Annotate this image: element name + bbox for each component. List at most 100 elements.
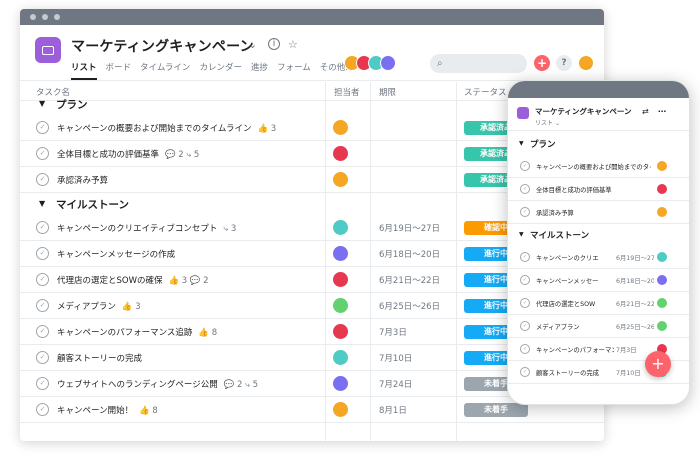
due-date[interactable]: 6月21日〜22日 <box>379 274 440 286</box>
mobile-view-selector[interactable]: リスト ⌄ <box>535 118 560 127</box>
list-item[interactable]: ✓ キャンペーンの概要および開始までのタイ <box>508 155 689 178</box>
avatar[interactable] <box>333 350 348 365</box>
tab-forms[interactable]: フォーム <box>277 61 311 73</box>
info-icon[interactable]: i <box>268 38 280 50</box>
list-item[interactable]: ✓ 代理店の選定とSOW6月21日〜22日 <box>508 292 689 315</box>
help-button[interactable]: ? <box>556 55 572 71</box>
complete-checkbox[interactable]: ✓ <box>36 121 49 134</box>
list-item[interactable]: ✓ キャンペーンメッセー6月18日〜20日 <box>508 269 689 292</box>
task-name[interactable]: キャンペーンメッセージの作成 <box>57 248 181 260</box>
tab-calendar[interactable]: カレンダー <box>199 61 242 73</box>
task-name[interactable]: キャンペーンメッセー <box>536 276 614 285</box>
avatar <box>657 275 667 285</box>
tab-progress[interactable]: 進捗 <box>251 61 268 73</box>
complete-checkbox[interactable]: ✓ <box>36 377 49 390</box>
complete-checkbox[interactable]: ✓ <box>36 221 49 234</box>
task-name[interactable]: キャンペーンの概要および開始までのタイ <box>536 162 651 171</box>
due-date[interactable]: 7月10日 <box>379 352 412 364</box>
triangle-down-icon[interactable]: ▼ <box>519 140 524 147</box>
due-date[interactable]: 8月1日 <box>379 404 407 416</box>
mobile-section-header[interactable]: ▼ プラン <box>508 137 689 153</box>
section-name: マイルストーン <box>530 231 590 241</box>
avatar[interactable] <box>333 246 348 261</box>
task-name[interactable]: ウェブサイトへのランディングページ公開 💬 2 ⤷ 5 <box>57 378 258 390</box>
filter-icon[interactable]: ⇄ <box>642 107 649 116</box>
tab-list[interactable]: リスト <box>71 61 97 80</box>
avatar[interactable] <box>333 298 348 313</box>
due-date[interactable]: 7月24日 <box>379 378 412 390</box>
complete-checkbox[interactable]: ✓ <box>520 252 530 262</box>
complete-checkbox[interactable]: ✓ <box>520 207 530 217</box>
task-name[interactable]: 全体目標と成功の評価基準 💬 2 ⤷ 5 <box>57 148 199 160</box>
window-titlebar <box>20 9 604 25</box>
task-name[interactable]: 代理店の選定とSOWの確保 👍 3 💬 2 <box>57 274 209 286</box>
window-dot[interactable] <box>42 14 48 20</box>
avatar[interactable] <box>333 172 348 187</box>
task-name[interactable]: キャンペーンのパフォーマンス追跡 👍 8 <box>57 326 217 338</box>
complete-checkbox[interactable]: ✓ <box>520 161 530 171</box>
complete-checkbox[interactable]: ✓ <box>520 275 530 285</box>
chevron-down-icon[interactable]: ⌄ <box>248 38 257 51</box>
complete-checkbox[interactable]: ✓ <box>36 299 49 312</box>
mobile-section-header[interactable]: ▼ マイルストーン <box>508 228 689 244</box>
complete-checkbox[interactable]: ✓ <box>36 147 49 160</box>
status-badge[interactable]: 未着手 <box>464 403 528 417</box>
due-date[interactable]: 6月25日〜26日 <box>379 300 440 312</box>
section-name: プラン <box>56 99 88 111</box>
tab-board[interactable]: ボード <box>106 61 132 73</box>
complete-checkbox[interactable]: ✓ <box>520 298 530 308</box>
list-item[interactable]: ✓ 承認済み予算 <box>508 201 689 224</box>
avatar <box>657 184 667 194</box>
triangle-down-icon[interactable]: ▼ <box>39 99 45 108</box>
due-date[interactable]: 7月3日 <box>379 326 407 338</box>
complete-checkbox[interactable]: ✓ <box>520 184 530 194</box>
triangle-down-icon[interactable]: ▼ <box>519 231 524 238</box>
avatar[interactable] <box>333 272 348 287</box>
task-name[interactable]: 顧客ストーリーの完成 <box>536 368 614 377</box>
avatar[interactable] <box>333 220 348 235</box>
task-name[interactable]: 顧客ストーリーの完成 <box>57 352 148 364</box>
task-name[interactable]: キャンペーン開始！ 👍 8 <box>57 404 158 416</box>
task-name[interactable]: キャンペーンのパフォーマンス <box>536 345 614 354</box>
complete-checkbox[interactable]: ✓ <box>520 321 530 331</box>
avatar[interactable] <box>333 402 348 417</box>
complete-checkbox[interactable]: ✓ <box>520 344 530 354</box>
add-task-fab[interactable]: + <box>645 351 671 377</box>
avatar[interactable] <box>333 120 348 135</box>
more-icon[interactable]: ⋯ <box>658 107 666 116</box>
complete-checkbox[interactable]: ✓ <box>520 367 530 377</box>
complete-checkbox[interactable]: ✓ <box>36 273 49 286</box>
complete-checkbox[interactable]: ✓ <box>36 403 49 416</box>
task-name[interactable]: 全体目標と成功の評価基準 <box>536 185 651 194</box>
add-button[interactable]: + <box>534 55 550 71</box>
list-item[interactable]: ✓ 全体目標と成功の評価基準 <box>508 178 689 201</box>
task-name[interactable]: キャンペーンの概要および開始までのタイムライン 👍 3 <box>57 122 276 134</box>
due-date[interactable]: 6月19日〜27日 <box>379 222 440 234</box>
task-name[interactable]: メディアプラン <box>536 322 614 331</box>
task-name[interactable]: 承認済み予算 <box>536 208 651 217</box>
member-avatars[interactable] <box>344 55 396 71</box>
task-name[interactable]: 承認済み予算 <box>57 174 114 186</box>
avatar[interactable] <box>333 324 348 339</box>
complete-checkbox[interactable]: ✓ <box>36 173 49 186</box>
list-item[interactable]: ✓ キャンペーンのクリエ6月19日〜27日 <box>508 246 689 269</box>
task-title: 顧客ストーリーの完成 <box>57 354 143 364</box>
search-input[interactable]: ⌕ <box>430 54 527 73</box>
complete-checkbox[interactable]: ✓ <box>36 325 49 338</box>
task-name[interactable]: 代理店の選定とSOW <box>536 299 614 308</box>
avatar[interactable] <box>333 376 348 391</box>
task-name[interactable]: メディアプラン 👍 3 <box>57 300 141 312</box>
triangle-down-icon[interactable]: ▼ <box>39 199 45 208</box>
complete-checkbox[interactable]: ✓ <box>36 247 49 260</box>
star-icon[interactable]: ☆ <box>288 38 298 51</box>
user-avatar[interactable] <box>577 54 595 72</box>
complete-checkbox[interactable]: ✓ <box>36 351 49 364</box>
tab-timeline[interactable]: タイムライン <box>140 61 190 73</box>
task-name[interactable]: キャンペーンのクリエ <box>536 253 614 262</box>
window-dot[interactable] <box>54 14 60 20</box>
list-item[interactable]: ✓ メディアプラン6月25日〜26日 <box>508 315 689 338</box>
due-date[interactable]: 6月18日〜20日 <box>379 248 440 260</box>
window-dot[interactable] <box>30 14 36 20</box>
task-name[interactable]: キャンペーンのクリエイティブコンセプト ⤷ 3 <box>57 222 236 234</box>
avatar[interactable] <box>333 146 348 161</box>
